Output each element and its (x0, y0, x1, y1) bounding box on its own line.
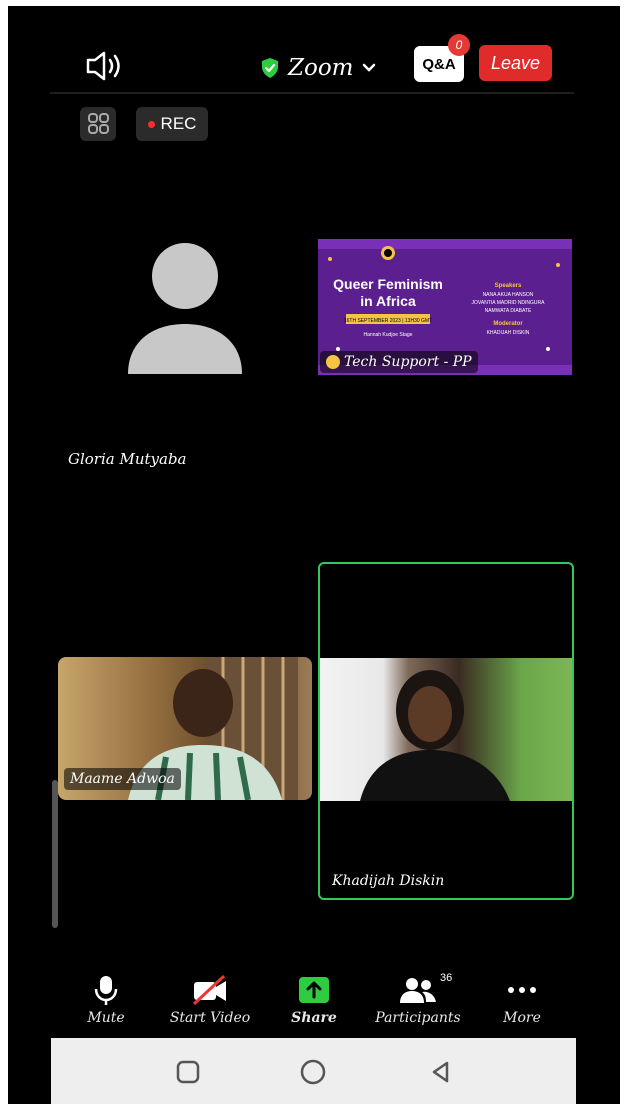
poster-host: Hannah Kudjoe Stage (364, 332, 413, 338)
poster-title-1: Queer Feminism (333, 276, 443, 292)
nav-back-icon[interactable] (429, 1060, 453, 1084)
poster-speaker-2: JOVANTIA MADRID NDINGURA (472, 300, 546, 306)
meeting-toolbar: Mute Start Video Share 36 Participants M… (8, 972, 620, 1034)
android-nav-bar (51, 1038, 576, 1104)
khadijah-video-frame (320, 658, 572, 801)
participant-tile-tech-support[interactable]: Queer Feminism in Africa 16TH SEPTEMBER … (318, 239, 572, 375)
participant-name-maame: Maame Adwoa (64, 768, 181, 790)
more-dots-icon (508, 987, 536, 993)
leave-button[interactable]: Leave (479, 45, 552, 81)
poster-moderator: KHADIJAH DISKIN (487, 330, 530, 336)
mute-label: Mute (87, 1010, 125, 1026)
speaker-icon[interactable] (82, 46, 126, 86)
poster-speaker-1: NANA AKUA HANSON (483, 292, 534, 298)
chevron-down-icon (362, 63, 375, 72)
tech-support-name-label: Tech Support - PP (344, 354, 472, 370)
nav-circle-icon[interactable] (299, 1058, 327, 1086)
share-label: Share (291, 1010, 337, 1026)
start-video-label: Start Video (169, 1010, 251, 1026)
tech-support-avatar (326, 355, 340, 369)
meeting-app-name: Zoom (288, 55, 354, 81)
qa-badge: 0 (448, 34, 470, 56)
gallery-view-button[interactable] (80, 107, 116, 141)
participant-tile-maame[interactable]: Maame Adwoa (58, 657, 312, 800)
participants-count: 36 (440, 972, 453, 984)
grid-icon (88, 113, 109, 134)
khadijah-silhouette (360, 670, 510, 801)
more-label: More (503, 1010, 541, 1026)
start-video-button[interactable]: Start Video (160, 972, 260, 1034)
qa-label: Q&A (422, 55, 456, 73)
participants-button[interactable]: 36 Participants (368, 972, 468, 1034)
poster-title-2: in Africa (360, 293, 416, 309)
participant-tile-gloria[interactable] (58, 238, 310, 374)
meeting-title-dropdown[interactable]: Zoom (260, 52, 376, 84)
recording-indicator[interactable]: REC (136, 107, 208, 141)
rec-label: REC (160, 114, 197, 133)
poster-moderator-heading: Moderator (493, 321, 523, 327)
poster-speaker-3: NAMWATA DIABATE (485, 308, 532, 314)
scroll-handle[interactable] (52, 780, 58, 928)
nav-square-icon[interactable] (176, 1060, 200, 1084)
leave-label: Leave (490, 52, 541, 73)
more-button[interactable]: More (472, 972, 572, 1034)
share-button[interactable]: Share (264, 972, 364, 1034)
poster-date: 16TH SEPTEMBER 2023 | 13H30 GMT (344, 318, 432, 324)
participant-name-khadijah: Khadijah Diskin (332, 873, 445, 889)
recording-dot-icon (147, 120, 155, 128)
participant-tile-khadijah[interactable]: Khadijah Diskin (318, 562, 574, 900)
avatar-placeholder-icon (128, 243, 242, 374)
participants-label: Participants (375, 1010, 461, 1026)
mute-button[interactable]: Mute (56, 972, 156, 1034)
zoom-meeting-screen: Zoom Q&A 0 Leave REC Gloria Mutyaba Quee… (0, 0, 626, 1109)
share-arrow-icon (299, 977, 329, 1003)
participant-name-gloria: Gloria Mutyaba (68, 450, 187, 468)
participants-icon (400, 978, 436, 1003)
shield-check-icon (262, 58, 278, 78)
participant-name-tech-support: Tech Support - PP (320, 351, 478, 373)
video-off-icon (192, 974, 226, 1006)
top-divider (50, 92, 574, 94)
mic-icon (94, 976, 118, 1005)
poster-speakers-heading: Speakers (495, 283, 522, 289)
meeting-view: Zoom Q&A 0 Leave REC Gloria Mutyaba Quee… (8, 6, 620, 1104)
